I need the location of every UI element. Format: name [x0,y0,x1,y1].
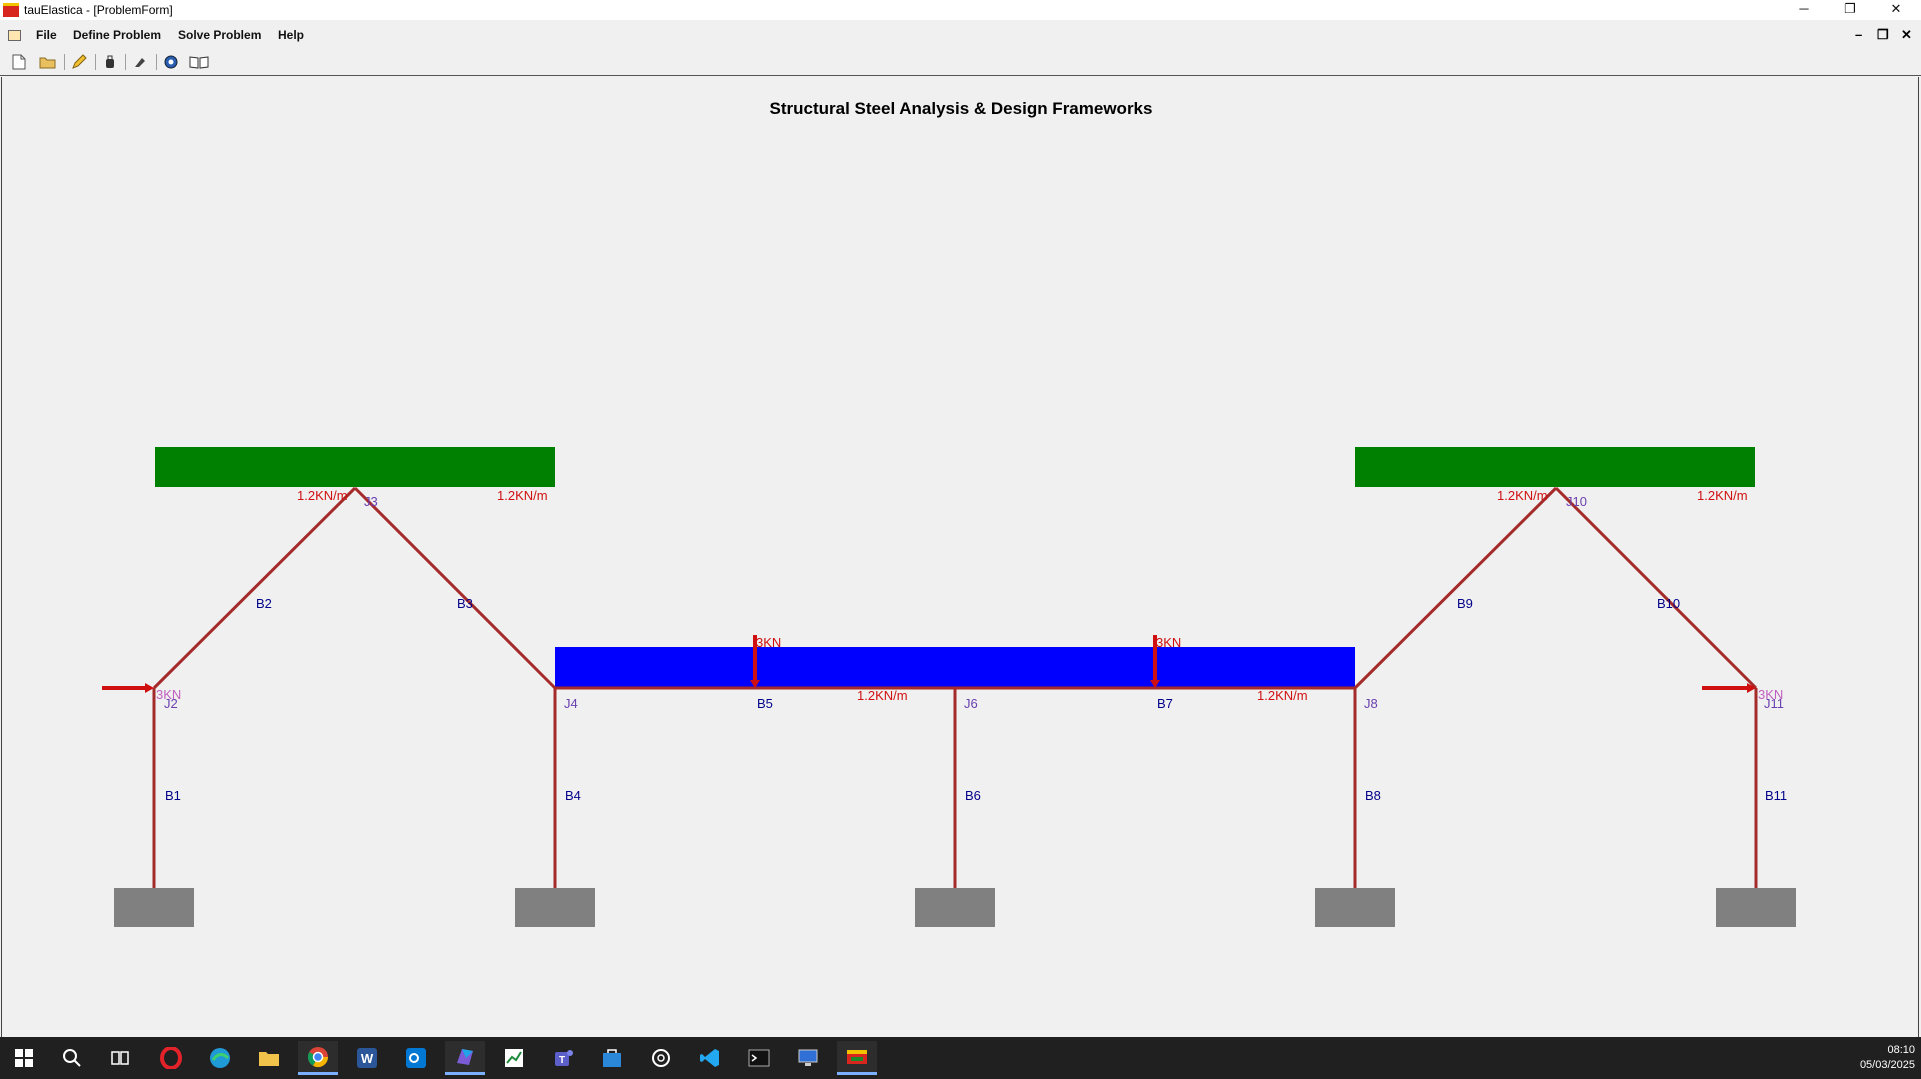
tauelastica-app-icon[interactable] [837,1041,877,1075]
app-logo-icon [3,3,19,17]
problem-canvas[interactable]: Structural Steel Analysis & Design Frame… [1,77,1919,1037]
task-view-icon[interactable] [100,1041,140,1075]
udl-label-4: 1.2KN/m [1697,488,1748,503]
clock-time: 08:10 [1887,1044,1915,1056]
title-bar: tauElastica - [ProblemForm] ─ ❐ ✕ [0,0,1921,20]
edit-pencil-icon[interactable] [68,52,90,72]
beam-label-b7: B7 [1157,696,1173,711]
support-3 [915,888,995,927]
load-weight-icon[interactable] [99,52,121,72]
support-5 [1716,888,1796,927]
beam-label-b10: B10 [1657,596,1680,611]
close-button[interactable]: ✕ [1873,0,1919,20]
member-b3 [353,486,557,690]
point-load-label-b5: 3KN [756,635,781,650]
member-b2 [152,486,357,690]
beam-label-b2: B2 [256,596,272,611]
joint-label-j10: J10 [1566,494,1587,509]
system-clock[interactable]: 08:10 05/03/2025 [1860,1043,1915,1073]
child-restore-button[interactable]: ❐ [1877,27,1889,43]
restore-button[interactable]: ❐ [1827,0,1873,20]
clock-date: 05/03/2025 [1859,1059,1915,1071]
menu-bar: File Define Problem Solve Problem Help –… [0,22,1921,47]
support-1 [114,888,194,927]
spreadsheet-app-icon[interactable] [494,1041,534,1075]
beam-label-b9: B9 [1457,596,1473,611]
toolbar-separator [64,54,65,70]
start-windows-icon[interactable] [4,1041,44,1075]
remote-desktop-icon[interactable] [788,1041,828,1075]
roof-load-block-left [155,447,555,487]
solve-gear-icon[interactable] [160,52,182,72]
vscode-icon[interactable] [690,1041,730,1075]
child-close-button[interactable]: ✕ [1901,27,1912,43]
joint-label-j3: J3 [364,494,378,509]
menu-file[interactable]: File [36,28,57,42]
beam-label-b1: B1 [165,788,181,803]
udl-label-2: 1.2KN/m [497,488,548,503]
support-4 [1315,888,1395,927]
point-load-label-b7: 3KN [1156,635,1181,650]
new-file-icon[interactable] [8,52,30,72]
open-folder-icon[interactable] [37,52,59,72]
teams-icon[interactable]: T [543,1041,583,1075]
menu-solve-problem[interactable]: Solve Problem [178,28,261,42]
udl-label-1: 1.2KN/m [297,488,348,503]
beam-label-b3: B3 [457,596,473,611]
menu-define-problem[interactable]: Define Problem [73,28,161,42]
joint-label-j2: J2 [164,696,178,711]
mdi-document-icon[interactable] [8,30,21,41]
minimize-button[interactable]: ─ [1781,0,1827,20]
toolbar-separator [125,54,126,70]
opera-browser-icon[interactable] [151,1041,191,1075]
beam-label-b8: B8 [1365,788,1381,803]
roof-load-block-right [1355,447,1755,487]
member-b9 [1353,486,1558,690]
udl-label-3: 1.2KN/m [1497,488,1548,503]
toolbar [0,49,1921,76]
joint-label-j4: J4 [564,696,578,711]
udl-label-5: 1.2KN/m [857,688,908,703]
report-book-icon[interactable] [188,52,210,72]
beam-label-b4: B4 [565,788,581,803]
svg-text:W: W [361,1051,374,1066]
joint-label-j8: J8 [1364,696,1378,711]
toolbar-separator [95,54,96,70]
word-icon[interactable]: W [347,1041,387,1075]
outlook-icon[interactable] [396,1041,436,1075]
support-2 [515,888,595,927]
microsoft-365-icon[interactable] [445,1041,485,1075]
edge-browser-icon[interactable] [200,1041,240,1075]
svg-text:T: T [559,1055,565,1066]
beam-label-b6: B6 [965,788,981,803]
chrome-browser-icon[interactable] [298,1041,338,1075]
beam-label-b5: B5 [757,696,773,711]
file-explorer-icon[interactable] [249,1041,289,1075]
beam-label-b11: B11 [1765,788,1787,803]
toolbar-separator [156,54,157,70]
chatgpt-icon[interactable] [641,1041,681,1075]
menu-help[interactable]: Help [278,28,304,42]
taskbar: W T 08:10 05/03/2025 [0,1037,1921,1079]
joint-label-j11: J11 [1764,696,1784,711]
member-b10 [1554,486,1758,690]
store-icon[interactable] [592,1041,632,1075]
udl-label-6: 1.2KN/m [1257,688,1308,703]
frame-diagram: 3KN 3KN3KN 3KN1.2KN/m 1.2KN/m 1.2KN/m 1.2KN/m… [102,447,1796,927]
joint-label-j6: J6 [964,696,978,711]
child-minimize-button[interactable]: – [1855,27,1862,42]
window-title: tauElastica - [ProblemForm] [24,3,173,17]
floor-load-block [555,647,1355,687]
eraser-icon[interactable] [129,52,151,72]
terminal-icon[interactable] [739,1041,779,1075]
search-icon[interactable] [52,1041,92,1075]
